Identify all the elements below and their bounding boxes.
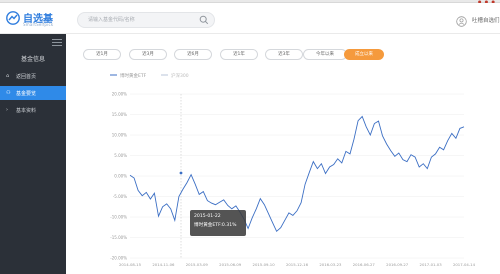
x-tick-label: 2014-11-06 — [152, 262, 175, 267]
sidebar-title: 基金信息 — [20, 56, 45, 63]
chart-grid — [130, 93, 464, 259]
tooltip-date: 2015-01-22 — [194, 214, 221, 219]
search-placeholder: 请输入基金代码/名称 — [88, 17, 135, 23]
sidebar-item-home[interactable]: ⌂ 返回首页 — [0, 69, 66, 83]
user-icon[interactable] — [456, 16, 467, 27]
tab-since-inception[interactable]: 成立以来 — [344, 49, 384, 60]
tooltip-value: 博时黄金ETF:0.31% — [194, 223, 237, 228]
y-tick-label: 15.00% — [112, 112, 127, 117]
chart-legend: 博时黄金ETF 沪深300 — [110, 72, 189, 79]
search-icon[interactable] — [199, 15, 209, 25]
chevron-right-icon: › — [6, 107, 8, 113]
performance-chart: 博时黄金ETF 沪深300 20.00% 15.00% 10.00% 5.00% 0.0… — [110, 72, 476, 267]
tab-ytd[interactable]: 今年以来 — [303, 49, 347, 60]
search-input[interactable]: 请输入基金代码/名称 — [77, 12, 215, 28]
tab-3m[interactable]: 近3月 — [129, 49, 167, 60]
hover-point — [179, 171, 183, 175]
app-header: 自选基 SmartSelfpick 请输入基金代码/名称 吐槽自选们 — [0, 3, 500, 34]
x-tick-label: 2015-09-10 — [253, 262, 276, 267]
menu-toggle-icon[interactable] — [52, 39, 62, 47]
sidebar-item-label: 基金要览 — [16, 91, 37, 97]
tab-1y[interactable]: 近1年 — [220, 49, 258, 60]
y-tick-label: -5.00% — [113, 194, 127, 199]
y-tick-label: -10.00% — [110, 215, 127, 220]
x-tick-label: 2015-06-09 — [219, 262, 242, 267]
logo-subtitle: SmartSelfpick — [23, 22, 54, 27]
x-tick-label: 2016-03-23 — [319, 262, 342, 267]
tab-3y[interactable]: 近3年 — [265, 49, 303, 60]
x-axis: 2014-08-15 2014-11-06 2015-03-09 2015-06-09… — [119, 262, 476, 267]
legend-series-2: 沪深300 — [171, 72, 189, 79]
y-tick-label: 0.00% — [114, 174, 127, 179]
tab-6m[interactable]: 近6月 — [174, 49, 212, 60]
x-tick-label: 2017-01-03 — [420, 262, 443, 267]
sidebar-item-profile[interactable]: › 基本资料 — [0, 103, 66, 117]
sidebar-item-label: 基本资料 — [16, 108, 37, 114]
x-tick-label: 2017-04-14 — [453, 262, 476, 267]
y-tick-label: 10.00% — [112, 133, 127, 138]
legend-series-1: 博时黄金ETF — [120, 72, 147, 79]
y-tick-label: 5.00% — [114, 153, 127, 158]
y-tick-label: -15.00% — [110, 235, 127, 240]
x-tick-label: 2015-03-09 — [186, 262, 209, 267]
x-tick-label: 2015-12-16 — [286, 262, 309, 267]
y-axis: 20.00% 15.00% 10.00% 5.00% 0.00% -5.00% -10.00… — [110, 92, 127, 261]
user-label[interactable]: 吐槽自选们 — [472, 16, 500, 24]
tab-1m[interactable]: 近1月 — [83, 49, 121, 60]
x-tick-label: 2016-06-27 — [353, 262, 376, 267]
sitemap-icon: ⚇ — [6, 90, 11, 96]
y-tick-label: -20.00% — [110, 256, 127, 261]
home-icon: ⌂ — [6, 73, 10, 79]
x-tick-label: 2016-09-27 — [386, 262, 409, 267]
sidebar-item-label: 返回首页 — [16, 74, 37, 80]
sidebar-item-overview[interactable]: ⚇ 基金要览 — [0, 86, 66, 100]
logo-icon — [6, 11, 20, 25]
x-tick-label: 2014-08-15 — [119, 262, 142, 267]
y-tick-label: 20.00% — [112, 92, 127, 97]
chart-tooltip: 2015-01-22 博时黄金ETF:0.31% — [190, 210, 246, 236]
sidebar: 基金信息 ⌂ 返回首页 ⚇ 基金要览 › 基本资料 — [0, 34, 66, 274]
